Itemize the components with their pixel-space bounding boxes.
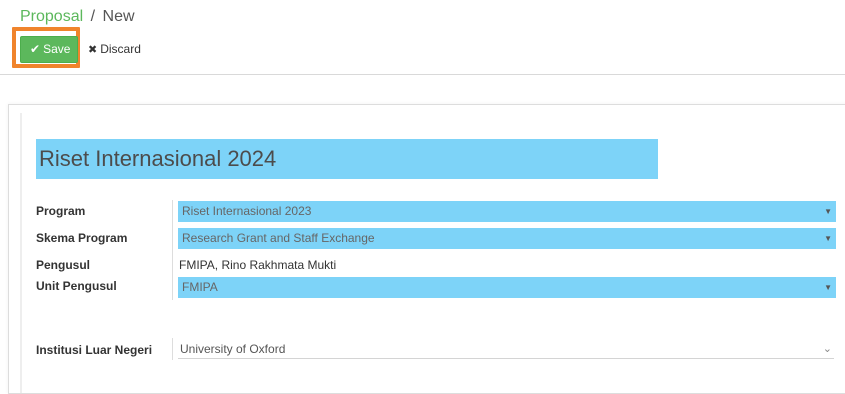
breadcrumb: Proposal / New bbox=[20, 8, 135, 26]
caret-down-icon: ▼ bbox=[824, 234, 832, 243]
unit-pengusul-select[interactable]: FMIPA ▼ bbox=[178, 277, 836, 298]
unit-pengusul-value: FMIPA bbox=[182, 280, 218, 294]
check-icon: ✔ bbox=[30, 42, 41, 56]
sheet-edge bbox=[20, 113, 22, 393]
chevron-down-icon: ⌄ bbox=[822, 343, 832, 355]
caret-down-icon: ▼ bbox=[824, 207, 832, 216]
breadcrumb-separator: / bbox=[90, 8, 96, 25]
discard-button-label: Discard bbox=[100, 42, 141, 56]
pengusul-label: Pengusul bbox=[36, 258, 91, 272]
save-button[interactable]: ✔ Save bbox=[20, 36, 78, 63]
institusi-select[interactable]: University of Oxford ⌄ bbox=[178, 339, 834, 359]
breadcrumb-current: New bbox=[102, 8, 135, 25]
program-select[interactable]: Riset Internasional 2023 ▼ bbox=[178, 201, 836, 222]
skema-program-value: Research Grant and Staff Exchange bbox=[182, 231, 375, 245]
program-value: Riset Internasional 2023 bbox=[182, 204, 312, 218]
save-button-label: Save bbox=[43, 42, 71, 56]
skema-program-label: Skema Program bbox=[36, 231, 128, 245]
skema-program-select[interactable]: Research Grant and Staff Exchange ▼ bbox=[178, 228, 836, 249]
field-divider bbox=[172, 338, 173, 360]
pengusul-value: FMIPA, Rino Rakhmata Mukti bbox=[179, 258, 337, 272]
proposal-title-input[interactable]: Riset Internasional 2024 bbox=[36, 139, 658, 179]
control-panel: Proposal / New ✔ Save ✖ Discard bbox=[0, 0, 845, 75]
program-label: Program bbox=[36, 204, 86, 218]
caret-down-icon: ▼ bbox=[824, 283, 832, 292]
field-divider bbox=[172, 200, 173, 300]
breadcrumb-proposal-link[interactable]: Proposal bbox=[20, 8, 83, 25]
close-icon: ✖ bbox=[88, 44, 98, 56]
institusi-label: Institusi Luar Negeri bbox=[36, 343, 153, 357]
discard-button[interactable]: ✖ Discard bbox=[88, 42, 141, 56]
unit-pengusul-label: Unit Pengusul bbox=[36, 279, 117, 293]
institusi-value: University of Oxford bbox=[180, 342, 286, 356]
